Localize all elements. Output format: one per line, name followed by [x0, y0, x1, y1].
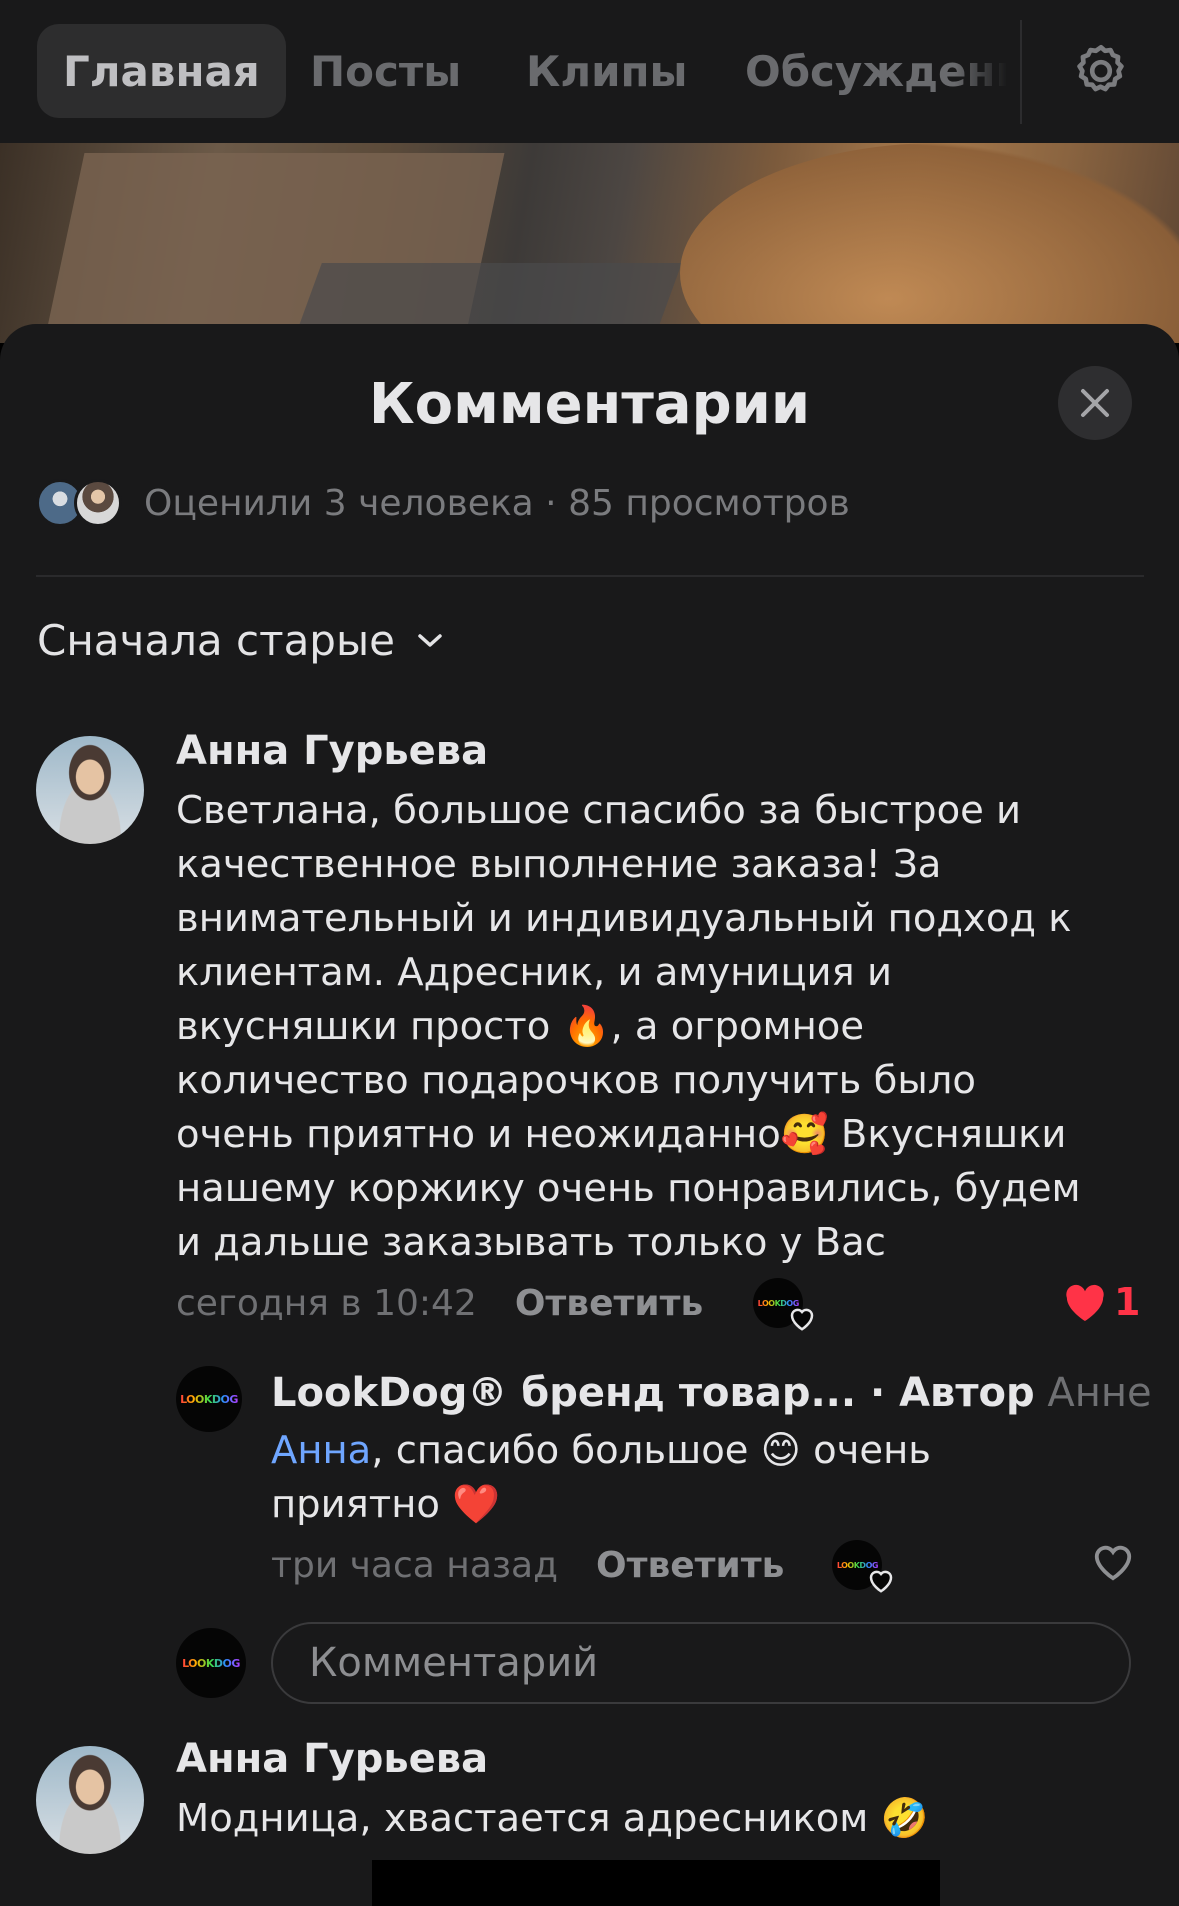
comment-input-placeholder: Комментарий: [309, 1640, 599, 1686]
reactions-summary[interactable]: Оценили 3 человека · 85 просмотров: [36, 478, 850, 528]
liker-avatar: [74, 479, 122, 527]
avatar[interactable]: [36, 736, 144, 844]
close-button[interactable]: [1058, 366, 1132, 440]
comment-author[interactable]: Анна Гурьева: [176, 1736, 488, 1782]
reply-to[interactable]: Анне: [1047, 1370, 1151, 1416]
avatar[interactable]: [36, 1746, 144, 1854]
heart-outline-icon: [1094, 1545, 1132, 1581]
nav-divider: [1020, 20, 1022, 124]
divider: [36, 575, 1144, 577]
comment-meta: сегодня в 10:42 Ответить LOOKDOG: [176, 1278, 814, 1331]
brand-avatar[interactable]: LOOKDOG: [176, 1366, 242, 1432]
stats-text: Оценили 3 человека · 85 просмотров: [144, 482, 850, 524]
comment-time: сегодня в 10:42: [176, 1282, 477, 1324]
reply-header: LookDog® бренд товар... · Автор Анне: [271, 1370, 1152, 1416]
reply-author[interactable]: LookDog® бренд товар...: [271, 1370, 856, 1416]
heart-outline-icon: [790, 1308, 814, 1331]
tab-clips[interactable]: Клипы: [526, 24, 688, 118]
reply-time: три часа назад: [271, 1544, 558, 1586]
heart-filled-icon: [1066, 1284, 1104, 1322]
chevron-down-icon: [418, 633, 442, 647]
mention-link[interactable]: Анна: [271, 1428, 371, 1473]
tab-main[interactable]: Главная: [37, 24, 286, 118]
like-button[interactable]: [1090, 1540, 1136, 1582]
gear-icon[interactable]: [1070, 40, 1132, 102]
author-like-badge: LOOKDOG: [832, 1540, 893, 1593]
reply-meta: три часа назад Ответить LOOKDOG: [271, 1540, 893, 1593]
brand-logo: LOOKDOG: [182, 1656, 240, 1670]
brand-logo: LOOKDOG: [180, 1392, 238, 1406]
tab-posts[interactable]: Посты: [310, 24, 461, 118]
post-photo: [0, 143, 1179, 343]
sort-dropdown[interactable]: Сначала старые: [37, 616, 445, 665]
top-navigation: Главная Посты Клипы Обсуждени: [0, 0, 1179, 143]
tab-discussions[interactable]: Обсуждени: [745, 24, 1007, 118]
comment-input[interactable]: Комментарий: [271, 1622, 1131, 1704]
reply-text: Анна, спасибо большое 😊 очень приятно ❤️: [271, 1428, 931, 1527]
comment-text: Модница, хвастается адресником 🤣: [176, 1796, 929, 1841]
heart-outline-icon: [870, 1570, 893, 1593]
sort-label: Сначала старые: [37, 616, 395, 665]
sheet-title: Комментарии: [368, 372, 811, 437]
author-badge: · Автор: [856, 1370, 1035, 1416]
comment-text: Светлана, большое спасибо за быстрое и к…: [176, 788, 1081, 1265]
close-icon: [1081, 389, 1109, 417]
like-count: 1: [1114, 1280, 1141, 1324]
comment-author[interactable]: Анна Гурьева: [176, 728, 488, 774]
comment-media[interactable]: [372, 1860, 940, 1906]
author-like-badge: LOOKDOG: [753, 1278, 814, 1331]
current-user-avatar: LOOKDOG: [176, 1628, 246, 1698]
reply-button[interactable]: Ответить: [515, 1283, 703, 1324]
like-button[interactable]: 1: [1062, 1280, 1140, 1324]
reply-button[interactable]: Ответить: [596, 1545, 784, 1586]
